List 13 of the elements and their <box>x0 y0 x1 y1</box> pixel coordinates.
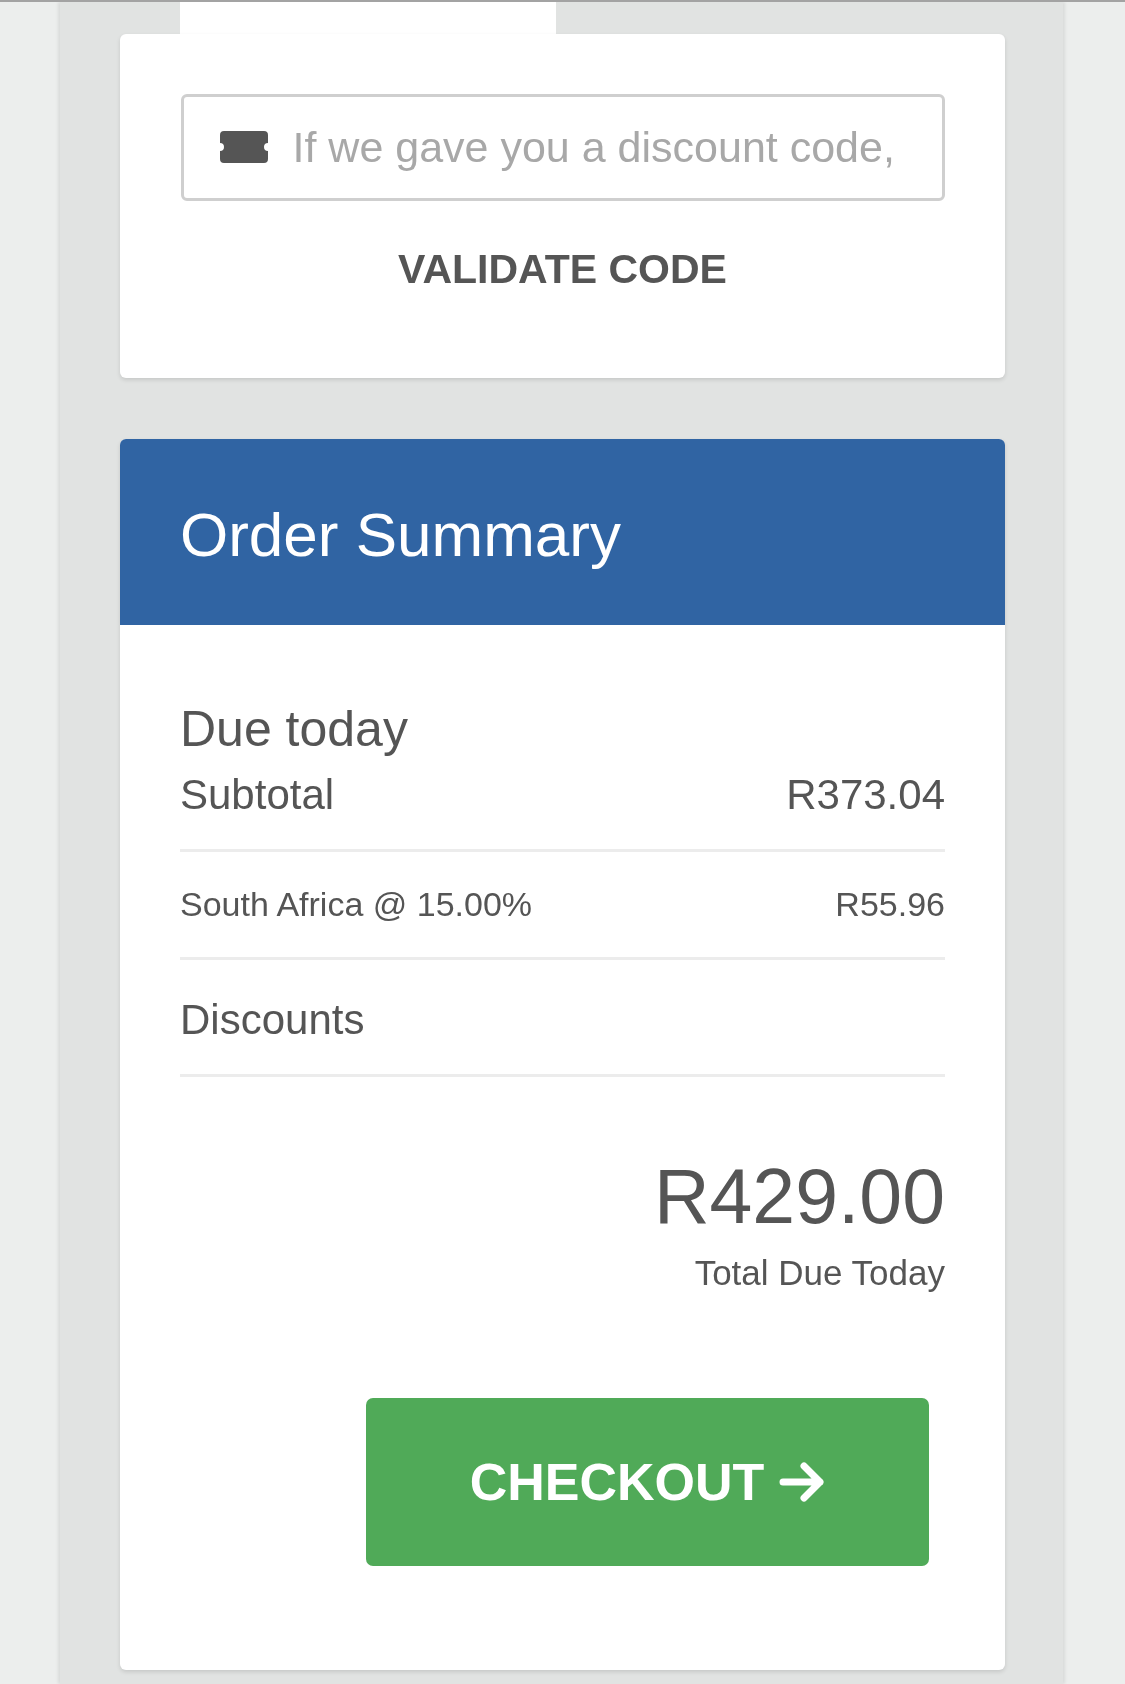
total-label: Total Due Today <box>694 1252 945 1294</box>
summary-amount: R55.96 <box>835 884 945 925</box>
summary-label: Subtotal <box>180 770 335 820</box>
summary-amount: R373.04 <box>786 770 945 820</box>
validate-code-button[interactable]: VALIDATE CODE <box>378 234 747 304</box>
section-heading: Due today <box>180 700 408 759</box>
total-amount: R429.00 <box>653 1152 945 1241</box>
discount-code-field[interactable]: If we gave you a discount code, <box>180 94 945 201</box>
summary-label: Discounts <box>180 995 365 1045</box>
summary-label: South Africa @ 15.00% <box>180 884 533 925</box>
order-summary-title: Order Summary <box>180 499 621 571</box>
ticket-icon <box>219 131 268 163</box>
arrow-right-icon <box>779 1459 826 1505</box>
